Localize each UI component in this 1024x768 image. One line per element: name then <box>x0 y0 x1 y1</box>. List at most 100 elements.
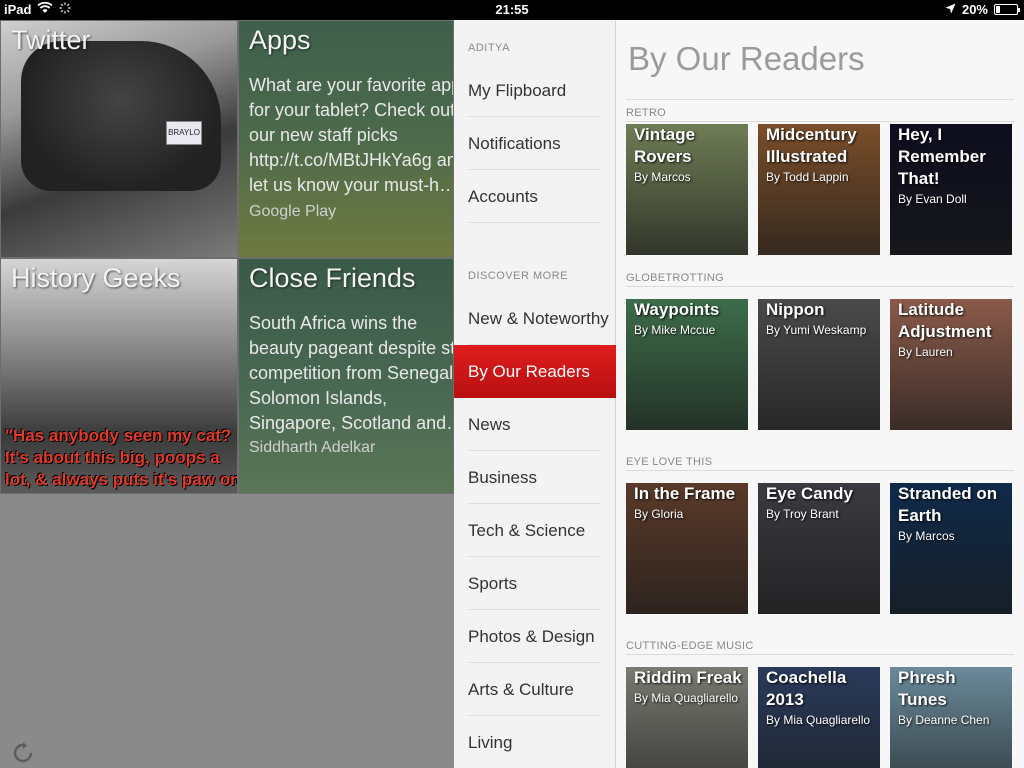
sidebar-item-living[interactable]: Living <box>454 716 616 768</box>
battery-fill <box>996 6 1001 13</box>
page-title: By Our Readers <box>628 40 865 77</box>
card-title-text: Nippon <box>766 300 825 319</box>
license-plate: BRAYLO <box>166 121 202 145</box>
card-title-text: Waypoints <box>634 300 720 319</box>
status-bar: iPad 21:55 20% <box>0 0 1024 20</box>
sidebar-item-by-our-readers[interactable]: By Our Readers <box>454 345 616 398</box>
sidebar-item-news[interactable]: News <box>454 398 616 451</box>
category-divider <box>626 470 1014 471</box>
sidebar-item-notifications[interactable]: Notifications <box>454 117 616 170</box>
sidebar-item-label: Photos & Design <box>468 627 595 646</box>
card-title: Phresh Tunes By Deanne Chen <box>898 667 1008 729</box>
refresh-icon[interactable] <box>12 742 34 764</box>
card-title: Vintage Rovers By Marcos <box>634 124 744 186</box>
location-arrow-icon <box>945 2 956 17</box>
body-line: beauty pageant despite stiff <box>249 338 453 358</box>
category-divider <box>626 121 1014 122</box>
sidebar-item-label: Tech & Science <box>468 521 586 540</box>
sidebar-item-new-noteworthy[interactable]: New & Noteworthy <box>454 292 616 345</box>
status-time: 21:55 <box>495 2 529 17</box>
magazine-card[interactable]: In the Frame By Gloria <box>626 483 748 614</box>
card-author: By Mia Quagliarello <box>766 713 871 727</box>
magazine-card[interactable]: Latitude Adjustment By Lauren <box>890 299 1012 430</box>
magazine-card[interactable]: Coachella 2013 By Mia Quagliarello <box>758 667 880 768</box>
sidebar-item-accounts[interactable]: Accounts <box>454 170 616 223</box>
card-author: By Mike Mccue <box>634 323 716 337</box>
magazine-card[interactable]: Riddim Freak By Mia Quagliarello <box>626 667 748 768</box>
tile-source: Siddharth Adelkar <box>249 439 376 456</box>
tile-title: Apps <box>249 25 311 55</box>
status-right: 20% <box>945 2 1020 17</box>
sidebar-item-sports[interactable]: Sports <box>454 557 616 610</box>
card-author: By Gloria <box>634 507 684 521</box>
tile-twitter[interactable]: BRAYLO Twitter <box>0 20 238 258</box>
card-title: Stranded on Earth By Marcos <box>898 483 1008 545</box>
card-author: By Marcos <box>898 529 955 543</box>
card-author: By Todd Lappin <box>766 170 849 184</box>
card-title: Riddim Freak By Mia Quagliarello <box>634 667 744 707</box>
sidebar-menu: ADITYA My Flipboard Notifications Accoun… <box>454 20 616 768</box>
sidebar-item-label: Arts & Culture <box>468 680 574 699</box>
user-section-header: ADITYA <box>468 42 510 54</box>
card-author: By Yumi Weskamp <box>766 323 867 337</box>
category-header: CUTTING-EDGE MUSIC <box>626 640 754 652</box>
body-line: competition from Senegal, <box>249 363 453 383</box>
card-title: Coachella 2013 By Mia Quagliarello <box>766 667 876 729</box>
content-panel: By Our Readers RETRO Vintage Rovers By Ma… <box>616 20 1024 768</box>
magazine-card[interactable]: Hey, I Remember That! By Evan Doll <box>890 124 1012 255</box>
card-title-text: Riddim Freak <box>634 668 742 687</box>
sidebar-item-photos-design[interactable]: Photos & Design <box>454 610 616 663</box>
card-author: By Deanne Chen <box>898 713 990 727</box>
card-title-text: Latitude Adjustment <box>898 300 992 341</box>
card-title-text: Hey, I Remember That! <box>898 125 986 188</box>
sidebar-item-label: New & Noteworthy <box>468 309 609 328</box>
card-title: Hey, I Remember That! By Evan Doll <box>898 124 1008 208</box>
battery-percent: 20% <box>961 2 988 17</box>
card-title-text: In the Frame <box>634 484 736 503</box>
magazine-card[interactable]: Vintage Rovers By Marcos <box>626 124 748 255</box>
card-title-text: Stranded on Earth <box>898 484 998 525</box>
body-line: Singapore, Scotland and… <box>249 413 453 433</box>
card-title-text: Coachella 2013 <box>766 668 847 709</box>
tile-history-geeks[interactable]: History Geeks "Has anybody seen my cat? … <box>0 258 238 494</box>
body-line: let us know your must-h… <box>249 175 453 195</box>
body-line: for your tablet? Check out <box>249 100 453 120</box>
card-title-text: Midcentury Illustrated <box>766 125 857 166</box>
sidebar-item-label: My Flipboard <box>468 81 567 100</box>
magazine-card[interactable]: Phresh Tunes By Deanne Chen <box>890 667 1012 768</box>
category-divider <box>626 286 1014 287</box>
divider <box>468 222 600 223</box>
background-content[interactable]: BRAYLO Twitter Apps What are your favori… <box>0 20 454 768</box>
sidebar-item-label: By Our Readers <box>468 362 590 381</box>
magazine-card[interactable]: Midcentury Illustrated By Todd Lappin <box>758 124 880 255</box>
tile-title: Close Friends <box>249 263 416 293</box>
sidebar-item-business[interactable]: Business <box>454 451 616 504</box>
body-line: What are your favorite apps <box>249 75 453 95</box>
tile-title: Twitter <box>11 25 91 55</box>
card-title: Midcentury Illustrated By Todd Lappin <box>766 124 876 186</box>
magazine-card[interactable]: Waypoints By Mike Mccue <box>626 299 748 430</box>
sidebar-item-my-flipboard[interactable]: My Flipboard <box>454 64 616 117</box>
category-header: GLOBETROTTING <box>626 272 725 284</box>
tile-apps[interactable]: Apps What are your favorite apps for you… <box>238 20 454 258</box>
sidebar-item-label: Business <box>468 468 537 487</box>
body-line: our new staff picks <box>249 125 398 145</box>
card-title: Eye Candy By Troy Brant <box>766 483 876 523</box>
card-author: By Troy Brant <box>766 507 839 521</box>
magazine-card[interactable]: Eye Candy By Troy Brant <box>758 483 880 614</box>
card-author: By Evan Doll <box>898 192 967 206</box>
sidebar-item-tech-science[interactable]: Tech & Science <box>454 504 616 557</box>
magazine-card[interactable]: Stranded on Earth By Marcos <box>890 483 1012 614</box>
sidebar-item-label: Sports <box>468 574 518 593</box>
sidebar-item-label: News <box>468 415 511 434</box>
card-author: By Marcos <box>634 170 691 184</box>
card-title: In the Frame By Gloria <box>634 483 744 523</box>
discover-section-header: DISCOVER MORE <box>468 270 569 282</box>
sidebar-item-label: Accounts <box>468 187 538 206</box>
magazine-card[interactable]: Nippon By Yumi Weskamp <box>758 299 880 430</box>
card-title-text: Eye Candy <box>766 484 853 503</box>
tile-close-friends[interactable]: Close Friends South Africa wins the beau… <box>238 258 454 494</box>
sidebar-item-arts-culture[interactable]: Arts & Culture <box>454 663 616 716</box>
title-divider <box>626 99 1014 100</box>
tile-body: What are your favorite apps for your tab… <box>249 73 453 198</box>
